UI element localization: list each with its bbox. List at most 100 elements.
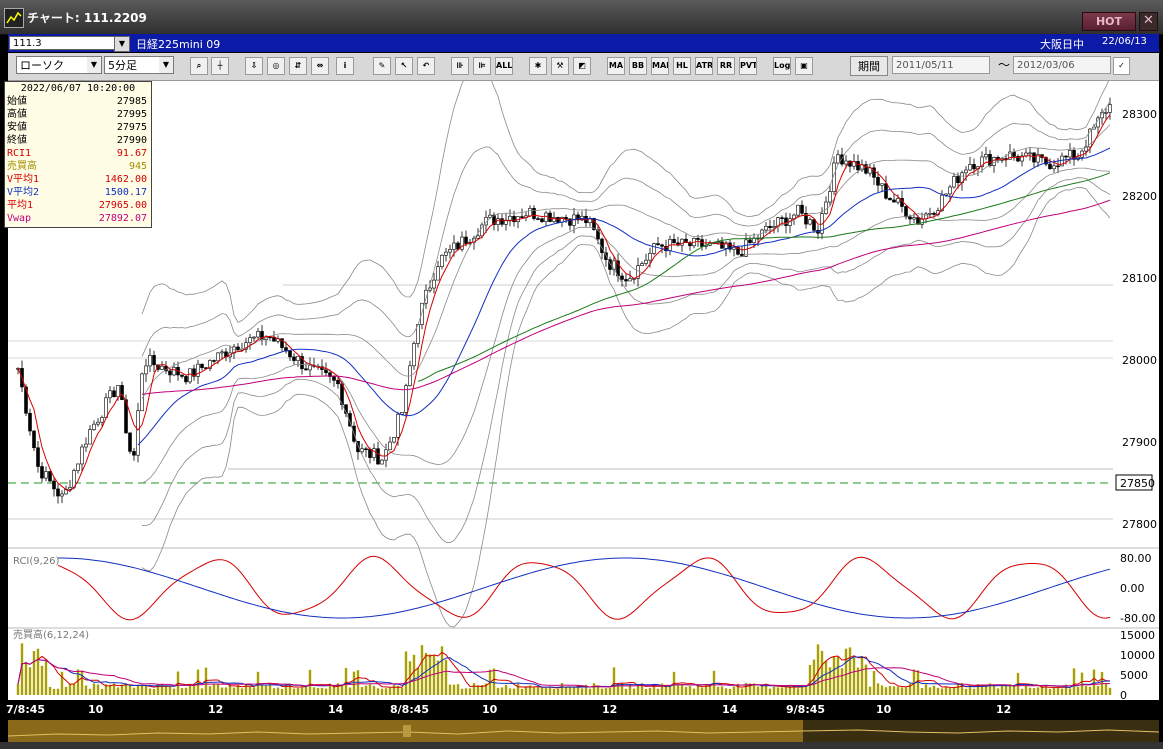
settings-icon[interactable]: ✱ bbox=[529, 57, 547, 75]
chart-zoom-icon[interactable]: ◎ bbox=[267, 57, 285, 75]
hot-button[interactable]: HOT bbox=[1082, 12, 1136, 31]
chevron-down-icon[interactable]: ▼ bbox=[87, 57, 101, 73]
candle bbox=[336, 380, 340, 385]
ma-long-line bbox=[417, 172, 1111, 382]
ma-button[interactable]: MA bbox=[607, 57, 625, 75]
volume-bar bbox=[636, 685, 640, 695]
candle bbox=[40, 466, 44, 479]
scroll-grip[interactable] bbox=[403, 725, 411, 737]
info-row: 始値 27985 bbox=[7, 95, 149, 108]
scale-icon[interactable]: ⇵ bbox=[289, 57, 307, 75]
atr-button[interactable]: ATR bbox=[695, 57, 713, 75]
color-icon[interactable]: ◩ bbox=[573, 57, 591, 75]
candle bbox=[1048, 163, 1052, 170]
volume-bar bbox=[1068, 688, 1072, 695]
candle bbox=[28, 412, 32, 432]
volume-bar bbox=[1072, 668, 1076, 695]
candle bbox=[548, 212, 552, 222]
time-scrollbar[interactable] bbox=[7, 720, 1160, 742]
volume-bar bbox=[88, 688, 92, 695]
volume-bar bbox=[392, 685, 396, 695]
candle bbox=[808, 219, 812, 225]
undo-icon[interactable]: ↶ bbox=[417, 57, 435, 75]
chart-canvas[interactable]: 28300 28200 28100 28000 27900 27800 27850 RCI(… bbox=[8, 81, 1159, 700]
date-from-field[interactable]: 2011/05/11 bbox=[892, 56, 990, 74]
window-icon[interactable]: ▣ bbox=[795, 57, 813, 75]
hl-button[interactable]: HL bbox=[673, 57, 691, 75]
bb-button[interactable]: BB bbox=[629, 57, 647, 75]
candle-icon[interactable]: ⊪ bbox=[451, 57, 469, 75]
volume-bar bbox=[852, 657, 856, 695]
info-row-value: 27990 bbox=[116, 135, 147, 146]
info-row-label: V平均2 bbox=[7, 187, 40, 198]
down-arrow-icon[interactable]: ⇩ bbox=[245, 57, 263, 75]
log-button[interactable]: Log bbox=[773, 57, 791, 75]
symbol-code-input[interactable]: 111.3 bbox=[9, 36, 127, 50]
period-button[interactable]: 期間 bbox=[850, 56, 888, 76]
all-button[interactable]: ALL bbox=[495, 57, 513, 75]
price-panel: 28300 28200 28100 28000 27900 27800 27850 bbox=[8, 81, 1159, 629]
volume-bar bbox=[96, 684, 100, 695]
volume-bar bbox=[844, 648, 848, 695]
volume-bar bbox=[232, 687, 236, 695]
candle bbox=[648, 253, 652, 261]
volume-bar bbox=[148, 688, 152, 695]
x-axis-label: 7/8:45 bbox=[6, 703, 46, 716]
current-price-label: 27850 bbox=[1120, 477, 1155, 490]
pencil-icon[interactable]: ✎ bbox=[373, 57, 391, 75]
volume-bar bbox=[64, 686, 68, 695]
volume-bar bbox=[1024, 685, 1028, 695]
chevron-down-icon[interactable]: ▼ bbox=[114, 36, 130, 52]
volume-bar bbox=[568, 687, 572, 695]
crosshair-icon[interactable]: ┼ bbox=[211, 57, 229, 75]
volume-bar bbox=[1092, 669, 1096, 695]
volume-bar bbox=[756, 686, 760, 695]
split-icon[interactable]: ⇎ bbox=[311, 57, 329, 75]
cursor-icon[interactable]: ↖ bbox=[395, 57, 413, 75]
candle bbox=[476, 235, 480, 239]
zoom-icon[interactable]: ⌕ bbox=[190, 57, 208, 75]
volume-bar bbox=[180, 688, 184, 695]
volume-bar bbox=[496, 687, 500, 695]
volume-tick-label: 0 bbox=[1120, 689, 1127, 700]
volume-bar bbox=[432, 655, 436, 695]
info-row-value: 1500.17 bbox=[104, 187, 147, 198]
volume-bar bbox=[448, 684, 452, 695]
volume-bar bbox=[344, 668, 348, 695]
candle bbox=[508, 215, 512, 221]
volume-bar bbox=[268, 684, 272, 695]
pvt-button[interactable]: PVT bbox=[739, 57, 757, 75]
volume-bar bbox=[932, 685, 936, 695]
info-icon[interactable]: i bbox=[336, 57, 354, 75]
volume-bar bbox=[300, 687, 304, 695]
date-to-field[interactable]: 2012/03/06 bbox=[1013, 56, 1111, 74]
volume-bar bbox=[500, 687, 504, 695]
candle bbox=[168, 370, 172, 376]
candle bbox=[888, 197, 892, 201]
volume-bar bbox=[188, 684, 192, 695]
volume-bar bbox=[548, 686, 552, 695]
candle bbox=[500, 218, 504, 225]
volume-bar bbox=[668, 686, 672, 695]
rci-panel: RCI(9,26) 80.00 0.00 -80.00 bbox=[13, 552, 1155, 625]
mae-button[interactable]: MAE bbox=[651, 57, 669, 75]
candle-compare-icon[interactable]: ⊫ bbox=[473, 57, 491, 75]
candle bbox=[292, 356, 296, 361]
close-button[interactable]: ✕ bbox=[1139, 12, 1158, 31]
candle bbox=[288, 350, 292, 358]
volume-ma-short bbox=[17, 651, 1111, 689]
checkbox-icon[interactable]: ✓ bbox=[1113, 57, 1130, 75]
volume-tick-label: 15000 bbox=[1120, 629, 1155, 642]
candle bbox=[80, 446, 84, 465]
candle bbox=[92, 423, 96, 430]
rr-button[interactable]: RR bbox=[717, 57, 735, 75]
volume-bar bbox=[832, 656, 836, 695]
volume-bar bbox=[212, 683, 216, 695]
chevron-down-icon[interactable]: ▼ bbox=[159, 57, 173, 73]
volume-bar bbox=[768, 688, 772, 695]
candle bbox=[660, 244, 664, 247]
candle bbox=[72, 470, 76, 488]
wrench-icon[interactable]: ⚒ bbox=[551, 57, 569, 75]
volume-bar bbox=[624, 688, 628, 695]
volume-bar bbox=[564, 686, 568, 695]
